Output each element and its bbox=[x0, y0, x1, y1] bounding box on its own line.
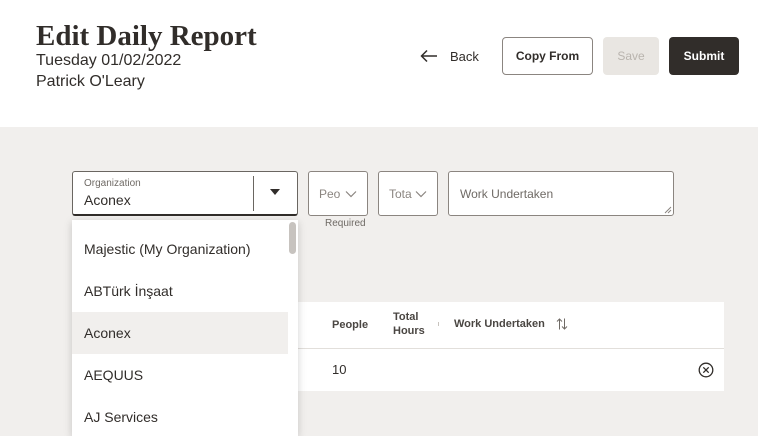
people-placeholder: Peo bbox=[319, 186, 341, 201]
back-button[interactable]: Back bbox=[420, 44, 479, 68]
column-header-total-hours-line2: Hours bbox=[393, 325, 425, 337]
organization-label: Organization bbox=[84, 178, 141, 189]
column-separator bbox=[438, 322, 439, 326]
organization-value: Aconex bbox=[84, 192, 131, 208]
dropdown-scrollbar-thumb[interactable] bbox=[289, 222, 296, 254]
copy-from-button[interactable]: Copy From bbox=[502, 37, 593, 75]
people-select[interactable]: Peo bbox=[308, 171, 368, 216]
column-header-work-undertaken: Work Undertaken bbox=[454, 318, 545, 330]
submit-button[interactable]: Submit bbox=[669, 37, 739, 75]
arrow-left-icon bbox=[420, 49, 437, 63]
dropdown-option[interactable]: ABTürk İnşaat bbox=[72, 270, 288, 312]
chevron-down-icon bbox=[345, 190, 357, 197]
work-undertaken-placeholder: Work Undertaken bbox=[460, 187, 554, 201]
report-date: Tuesday 01/02/2022 bbox=[36, 52, 182, 69]
page-title: Edit Daily Report bbox=[36, 20, 257, 52]
people-required-hint: Required bbox=[325, 218, 366, 229]
back-label: Back bbox=[450, 48, 479, 64]
page-header: Edit Daily Report Tuesday 01/02/2022 Pat… bbox=[0, 0, 758, 127]
sort-icon[interactable] bbox=[556, 317, 568, 331]
column-header-people: People bbox=[332, 319, 369, 331]
organization-select[interactable]: Organization Aconex bbox=[72, 171, 298, 216]
column-header-total-hours-line1: Total bbox=[393, 311, 419, 323]
dropdown-option[interactable]: Majestic (My Organization) bbox=[72, 228, 288, 270]
save-button[interactable]: Save bbox=[603, 37, 659, 75]
report-user: Patrick O'Leary bbox=[36, 73, 145, 90]
resize-handle-icon[interactable] bbox=[664, 206, 672, 214]
remove-circle-icon[interactable] bbox=[698, 362, 714, 378]
chevron-down-icon bbox=[415, 190, 427, 197]
dropdown-option[interactable]: AJ Services bbox=[72, 396, 288, 436]
total-hours-select[interactable]: Tota bbox=[378, 171, 438, 216]
dropdown-option[interactable]: AEQUUS bbox=[72, 354, 288, 396]
table-cell-people: 10 bbox=[332, 362, 347, 377]
dropdown-option-selected[interactable]: Aconex bbox=[72, 312, 288, 354]
organization-divider bbox=[253, 176, 254, 211]
caret-down-icon[interactable] bbox=[270, 189, 280, 195]
total-hours-placeholder: Tota bbox=[389, 186, 412, 201]
work-undertaken-textarea[interactable]: Work Undertaken bbox=[448, 171, 674, 216]
column-header-total-hours: Total Hours bbox=[393, 310, 425, 338]
organization-dropdown-list: Majestic (My Organization) ABTürk İnşaat… bbox=[72, 220, 298, 436]
